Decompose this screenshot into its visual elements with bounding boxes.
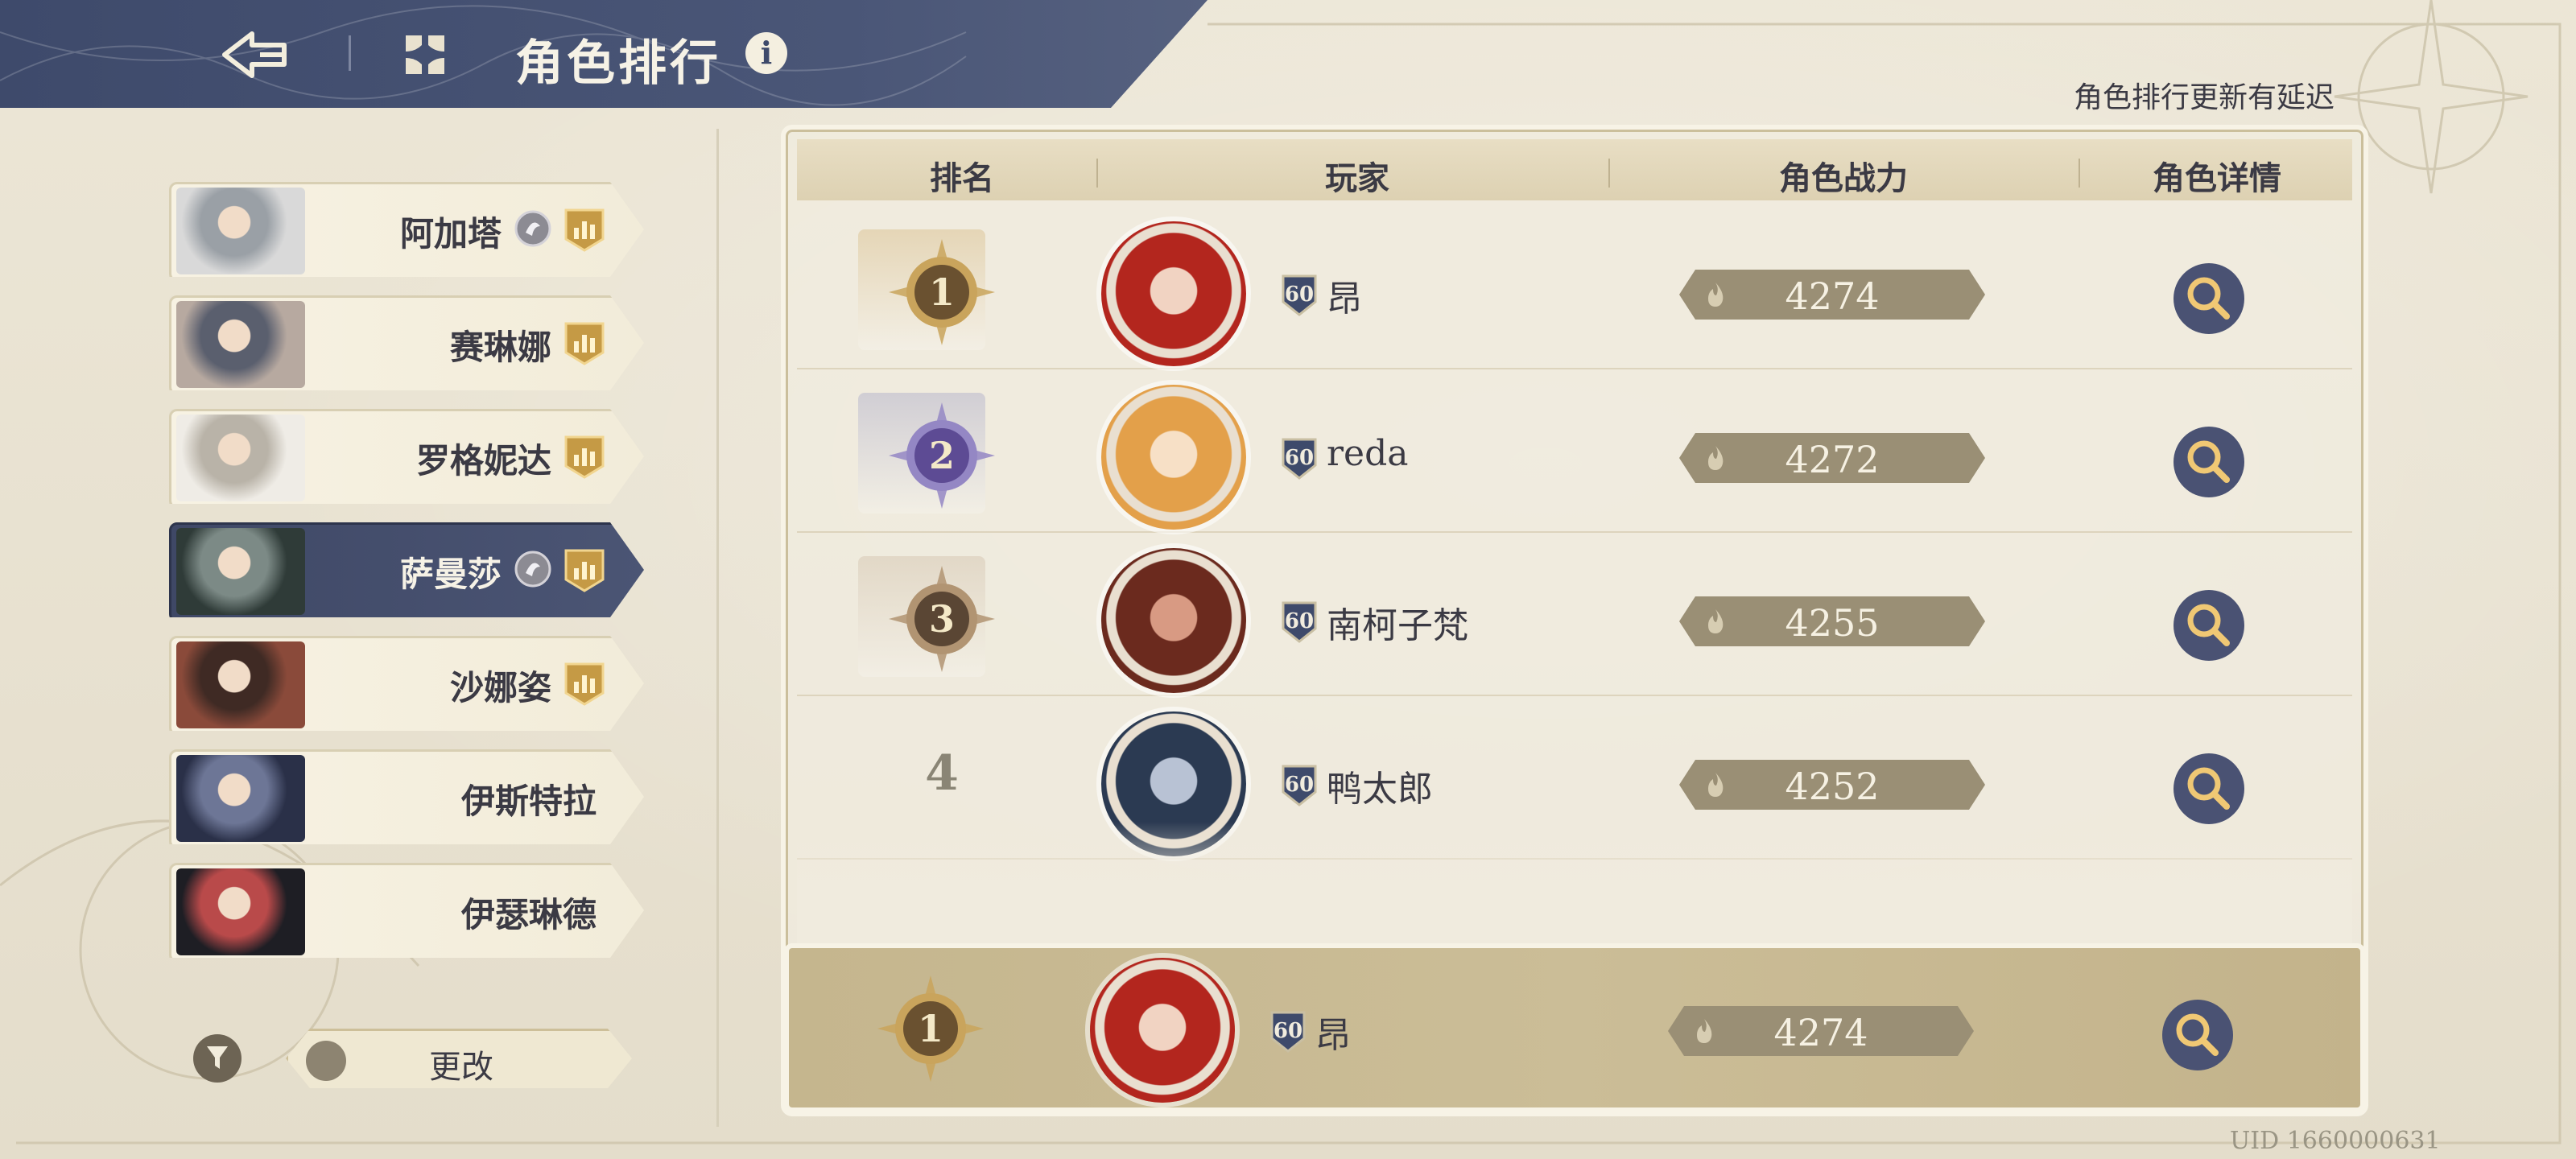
table-header: 排名 玩家 角色战力 角色详情 xyxy=(797,139,2352,200)
power-pill: 4255 xyxy=(1679,596,1985,646)
character-item[interactable]: 伊斯特拉 xyxy=(169,749,644,844)
character-name: 赛琳娜 xyxy=(449,328,551,367)
character-portrait xyxy=(176,641,305,728)
rank-number: 3 xyxy=(929,597,955,641)
player-level: 60 xyxy=(1284,283,1315,307)
ranking-icon xyxy=(564,549,605,592)
character-name: 沙娜姿 xyxy=(449,668,551,707)
element-icon xyxy=(514,210,551,247)
column-divider xyxy=(1608,159,1610,188)
player-avatar xyxy=(1101,385,1246,530)
player-name: 昂 xyxy=(1327,278,1362,320)
character-item[interactable]: 罗格妮达 xyxy=(169,409,644,504)
character-item[interactable]: 伊瑟琳德 xyxy=(169,863,644,958)
magnifier-icon xyxy=(2187,440,2230,483)
power-value: 4255 xyxy=(1785,601,1880,645)
character-portrait xyxy=(176,755,305,842)
column-header-power: 角色战力 xyxy=(1779,159,1908,197)
ranking-row: 1 60 昂 4274 xyxy=(797,207,2352,369)
rank-number: 2 xyxy=(929,434,955,477)
column-divider xyxy=(2079,159,2080,188)
character-item[interactable]: 萨曼莎 xyxy=(169,522,644,617)
ranking-icon xyxy=(564,435,605,479)
filter-icon xyxy=(207,1046,228,1069)
player-level: 60 xyxy=(1273,1019,1303,1043)
change-character-button[interactable]: 更改 xyxy=(286,1029,632,1088)
self-ranking-row: 1 60 昂 4274 xyxy=(784,943,2365,1112)
character-portrait xyxy=(176,415,305,501)
character-name: 伊瑟琳德 xyxy=(460,895,597,934)
change-label: 更改 xyxy=(429,1049,493,1086)
ranking-icon xyxy=(564,322,605,365)
column-header-details: 角色详情 xyxy=(2153,159,2281,197)
player-level: 60 xyxy=(1284,446,1315,470)
character-portrait xyxy=(176,188,305,274)
player-avatar xyxy=(1090,958,1235,1103)
power-value: 4272 xyxy=(1785,438,1880,481)
column-divider xyxy=(1096,159,1098,188)
character-portrait xyxy=(176,868,305,955)
power-value: 4274 xyxy=(1785,274,1880,318)
element-icon xyxy=(514,551,551,588)
character-list-panel xyxy=(24,129,719,1127)
character-name: 萨曼莎 xyxy=(399,555,502,594)
rank-number: 4 xyxy=(925,745,959,802)
power-value: 4274 xyxy=(1773,1011,1868,1054)
view-details-button[interactable] xyxy=(2174,590,2244,661)
character-portrait xyxy=(176,528,305,615)
page-title: 角色排行 xyxy=(515,35,721,92)
player-name: 昂 xyxy=(1315,1015,1351,1056)
character-item[interactable]: 赛琳娜 xyxy=(169,295,644,390)
back-arrow-icon xyxy=(222,31,287,78)
rank-number: 1 xyxy=(929,270,955,314)
view-details-button[interactable] xyxy=(2174,753,2244,824)
view-details-button[interactable] xyxy=(2174,427,2244,497)
rank-medal-icon: 1 xyxy=(889,239,995,345)
magnifier-icon xyxy=(2187,277,2230,320)
ranking-icon xyxy=(564,208,605,252)
menu-grid-icon[interactable] xyxy=(401,31,449,79)
user-id: UID 1660000631 xyxy=(2230,1127,2441,1155)
character-item[interactable]: 沙娜姿 xyxy=(169,636,644,731)
rank-number: 1 xyxy=(918,1007,943,1050)
self-row-content: 1 60 昂 4274 xyxy=(786,943,2360,1104)
column-header-rank: 排名 xyxy=(930,159,994,197)
player-name: 鸭太郎 xyxy=(1327,769,1433,810)
rank-medal-icon: 1 xyxy=(877,975,984,1082)
player-level: 60 xyxy=(1284,609,1315,633)
character-name: 伊斯特拉 xyxy=(460,782,597,821)
power-value: 4252 xyxy=(1785,765,1880,808)
rank-medal-icon: 3 xyxy=(889,566,995,672)
character-name: 阿加塔 xyxy=(399,214,502,254)
player-level: 60 xyxy=(1284,773,1315,797)
power-pill: 4272 xyxy=(1679,433,1985,483)
header-divider xyxy=(349,35,351,71)
player-name: reda xyxy=(1327,433,1409,474)
character-item[interactable]: 阿加塔 xyxy=(169,182,644,277)
character-portrait xyxy=(176,301,305,388)
power-pill: 4274 xyxy=(1679,270,1985,320)
player-name: 南柯子梵 xyxy=(1327,605,1468,646)
player-avatar xyxy=(1101,548,1246,693)
back-button[interactable] xyxy=(217,24,290,85)
magnifier-icon xyxy=(2187,767,2230,810)
magnifier-icon xyxy=(2176,1013,2219,1056)
column-header-player: 玩家 xyxy=(1325,159,1389,197)
ranking-row: 3 60 南柯子梵 4255 xyxy=(797,534,2352,696)
filter-button[interactable] xyxy=(193,1034,242,1083)
view-details-button[interactable] xyxy=(2162,1000,2233,1070)
magnifier-icon xyxy=(2187,604,2230,646)
ranking-icon xyxy=(564,662,605,706)
rank-medal-icon: 2 xyxy=(889,402,995,509)
power-pill: 4252 xyxy=(1679,760,1985,810)
delay-notice: 角色排行更新有延迟 xyxy=(2073,81,2334,114)
ranking-row: 2 60 reda 4272 xyxy=(797,370,2352,533)
player-avatar xyxy=(1101,221,1246,366)
character-name: 罗格妮达 xyxy=(415,441,551,481)
view-details-button[interactable] xyxy=(2174,263,2244,334)
power-pill: 4274 xyxy=(1668,1006,1974,1056)
info-icon[interactable]: i xyxy=(745,32,787,74)
